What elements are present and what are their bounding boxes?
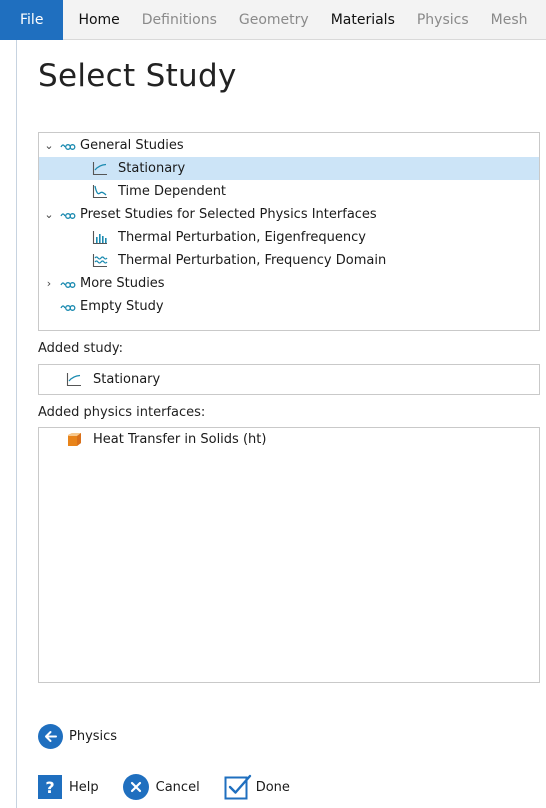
added-physics-label: Added physics interfaces: — [38, 405, 206, 420]
tab-mesh[interactable]: Mesh — [480, 0, 539, 40]
close-icon — [122, 774, 149, 800]
list-item[interactable]: Stationary — [39, 368, 539, 391]
heat-transfer-icon — [68, 433, 81, 446]
tree-item-more-studies[interactable]: › More Studies — [39, 272, 539, 295]
stationary-icon — [66, 373, 81, 387]
tab-materials[interactable]: Materials — [320, 0, 406, 40]
footer-toolbar: ? Help Cancel Done — [38, 773, 314, 801]
tab-home[interactable]: Home — [67, 0, 130, 40]
back-to-physics-button[interactable]: Physics — [38, 723, 117, 749]
study-tree[interactable]: ⌄ General Studies Stationary Time Depend… — [38, 132, 540, 331]
tree-item-thermal-frequency-domain[interactable]: Thermal Perturbation, Frequency Domain — [39, 249, 539, 272]
done-button[interactable]: Done — [224, 774, 290, 800]
tree-item-thermal-eigenfrequency[interactable]: Thermal Perturbation, Eigenfrequency — [39, 226, 539, 249]
tab-file[interactable]: File — [0, 0, 64, 40]
tree-item-label: General Studies — [80, 138, 184, 153]
checkbox-check-icon — [224, 774, 251, 800]
frequency-domain-icon — [92, 254, 108, 268]
added-study-label: Added study: — [38, 341, 124, 356]
tree-item-time-dependent[interactable]: Time Dependent — [39, 180, 539, 203]
chevron-right-icon[interactable]: › — [43, 272, 55, 295]
done-button-label: Done — [255, 779, 290, 795]
tab-physics[interactable]: Physics — [406, 0, 480, 40]
tree-item-label: Stationary — [118, 161, 186, 176]
list-item[interactable]: Heat Transfer in Solids (ht) — [39, 428, 539, 451]
tree-item-label: Empty Study — [80, 299, 164, 314]
arrow-left-icon — [38, 723, 63, 749]
tree-item-preset-studies[interactable]: ⌄ Preset Studies for Selected Physics In… — [39, 203, 539, 226]
back-button-label: Physics — [69, 728, 118, 744]
cancel-button[interactable]: Cancel — [122, 774, 200, 800]
tree-item-label: Thermal Perturbation, Eigenfrequency — [118, 230, 366, 245]
ribbon-tab-bar: File Home Definitions Geometry Materials… — [0, 0, 546, 40]
tab-definitions[interactable]: Definitions — [131, 0, 228, 40]
tree-item-general-studies[interactable]: ⌄ General Studies — [39, 134, 539, 157]
study-group-icon — [60, 282, 76, 288]
tree-item-stationary[interactable]: Stationary — [39, 157, 539, 180]
chevron-down-icon[interactable]: ⌄ — [43, 203, 55, 226]
added-study-list[interactable]: Stationary — [38, 364, 540, 395]
tab-geometry[interactable]: Geometry — [228, 0, 320, 40]
tree-item-empty-study[interactable]: Empty Study — [39, 295, 539, 318]
help-icon: ? — [38, 775, 62, 799]
tree-item-label: Time Dependent — [118, 184, 227, 199]
physics-item-label: Heat Transfer in Solids (ht) — [93, 432, 267, 447]
study-group-icon — [60, 305, 76, 311]
help-button[interactable]: ? Help — [38, 775, 99, 799]
help-button-label: Help — [69, 779, 99, 795]
tree-item-label: Thermal Perturbation, Frequency Domain — [118, 253, 387, 268]
study-group-icon — [60, 213, 76, 219]
stationary-icon — [92, 162, 107, 176]
chevron-down-icon[interactable]: ⌄ — [43, 134, 55, 157]
study-group-icon — [60, 144, 76, 150]
eigenfrequency-icon — [92, 231, 107, 245]
time-dependent-icon — [92, 185, 107, 199]
cancel-button-label: Cancel — [155, 779, 200, 795]
added-study-value: Stationary — [93, 372, 161, 387]
pane-border — [16, 40, 17, 808]
added-physics-list[interactable]: Heat Transfer in Solids (ht) — [38, 427, 540, 683]
tree-item-label: Preset Studies for Selected Physics Inte… — [80, 207, 377, 222]
page-title: Select Study — [38, 58, 237, 94]
tree-item-label: More Studies — [80, 276, 165, 291]
